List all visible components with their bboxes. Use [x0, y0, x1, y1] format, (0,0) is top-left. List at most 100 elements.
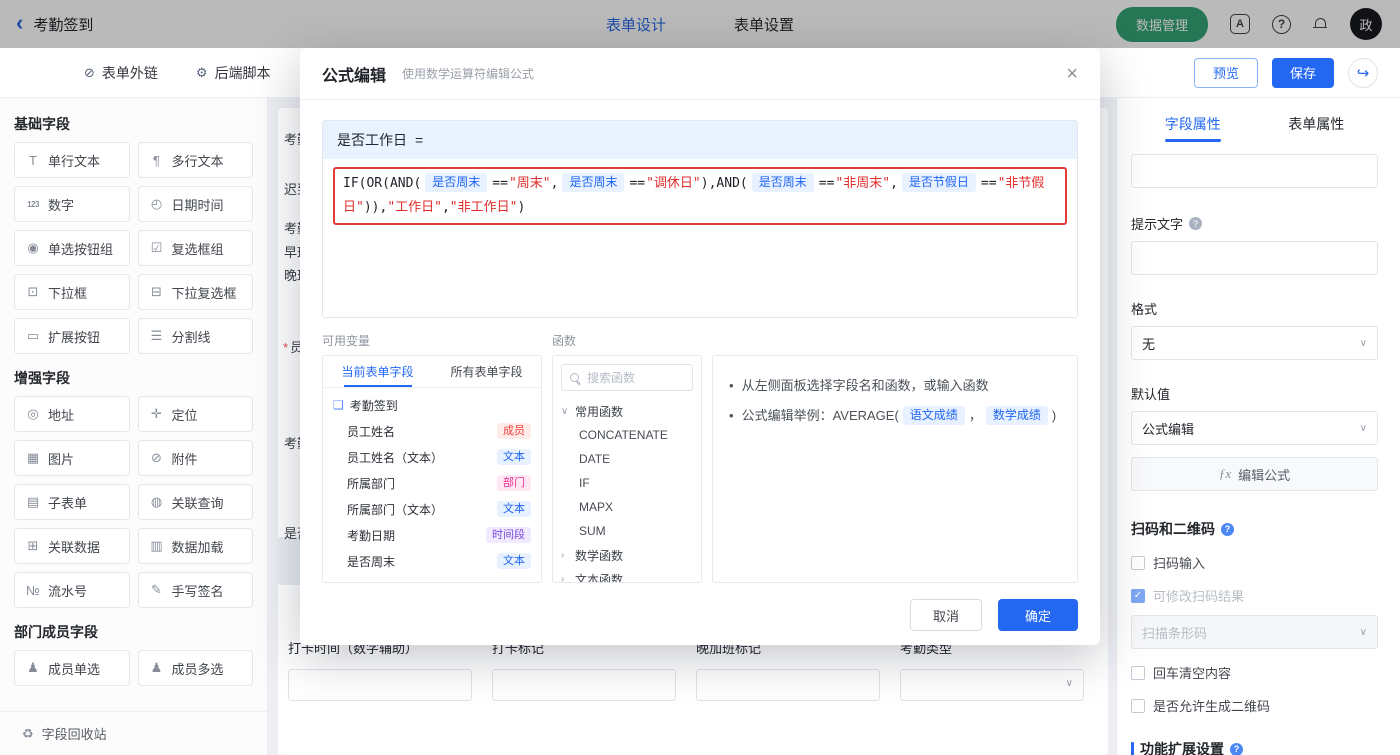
tip-text: 从左侧面板选择字段名和函数，或输入函数 — [741, 378, 989, 393]
sidebar-field-datetime[interactable]: ◴ 日期时间 — [137, 186, 253, 222]
function-search-input[interactable] — [585, 369, 675, 386]
sidebar-field-divider[interactable]: ☰ 分割线 — [137, 318, 253, 354]
function-item-MAPX[interactable]: MAPX — [553, 495, 701, 519]
variables-tab-0[interactable]: 当前表单字段 — [323, 356, 432, 387]
variable-form-node[interactable]: ❏ 考勤签到 — [323, 392, 541, 418]
sidebar-field-linked-data[interactable]: ⊞ 关联数据 — [14, 528, 130, 564]
sidebar-field-number[interactable]: 123 数字 — [14, 186, 130, 222]
topbar-tab-0[interactable]: 表单设计 — [606, 14, 666, 35]
chevron-right-icon: › — [561, 573, 565, 583]
share-button[interactable]: ↪ — [1348, 57, 1378, 88]
user-avatar[interactable]: 政 — [1350, 8, 1382, 40]
share-icon: ↪ — [1356, 64, 1370, 82]
field-token[interactable]: 是否周末 — [425, 173, 488, 192]
sidebar-field-multi-dropdown[interactable]: ⊟ 下拉复选框 — [137, 274, 253, 310]
function-group-1[interactable]: › 数学函数 — [553, 543, 701, 567]
field-item-label: 日期时间 — [171, 197, 224, 213]
function-item-SUM[interactable]: SUM — [553, 519, 701, 543]
other-checks: 回车清空内容 是否允许生成二维码 — [1131, 663, 1378, 715]
bottom-field-select[interactable]: ∨ — [900, 669, 1084, 701]
variables-tab-1[interactable]: 所有表单字段 — [432, 356, 541, 387]
function-group-0[interactable]: ∨ 常用函数 — [553, 399, 701, 423]
edit-formula-button[interactable]: ƒx 编辑公式 — [1131, 457, 1378, 491]
function-item-CONCATENATE[interactable]: CONCATENATE — [553, 423, 701, 447]
hint-label-row: 提示文字 ? — [1131, 214, 1378, 233]
sidebar-sections: 基础字段 T 单行文本 ¶ 多行文本 123 数字 ◴ 日期时间 ◉ 单选按钮组 ☑ 复选框组 ⊡ 下拉框 ⊟… — [14, 116, 253, 686]
preview-button[interactable]: 预览 — [1193, 57, 1258, 88]
variable-row-2[interactable]: 所属部门 部门 — [323, 470, 541, 496]
variable-row-4[interactable]: 考勤日期 时间段 — [323, 522, 541, 548]
sidebar-field-address[interactable]: ◎ 地址 — [14, 396, 130, 432]
checkbox-icon[interactable] — [1131, 555, 1145, 570]
field-token[interactable]: 是否周末 — [562, 173, 625, 192]
properties-tab-0[interactable]: 字段属性 — [1131, 110, 1255, 142]
hint-text-input[interactable] — [1131, 241, 1378, 275]
sidebar-field-single-line-text[interactable]: T 单行文本 — [14, 142, 130, 178]
toolbar-link-1[interactable]: ⚙ 后端脚本 — [196, 63, 271, 83]
scan-check-1[interactable]: ✓ 可修改扫码结果 — [1131, 586, 1378, 605]
function-item-IF[interactable]: IF — [553, 471, 701, 495]
sidebar-field-serial-number[interactable]: № 流水号 — [14, 572, 130, 608]
example-field-pill: 语文成绩 — [902, 406, 965, 425]
sidebar-field-member-single[interactable]: ♟ 成员单选 — [14, 650, 130, 686]
serial-number-icon: № — [26, 582, 40, 598]
confirm-button[interactable]: 确定 — [998, 599, 1078, 631]
sidebar-field-dropdown[interactable]: ⊡ 下拉框 — [14, 274, 130, 310]
field-token[interactable]: 是否周末 — [751, 173, 814, 192]
sidebar-field-checkbox-group[interactable]: ☑ 复选框组 — [137, 230, 253, 266]
field-token[interactable]: 是否节假日 — [901, 173, 976, 192]
formula-token: , — [550, 176, 559, 191]
sidebar-field-multiline-text[interactable]: ¶ 多行文本 — [137, 142, 253, 178]
notification-bell-icon[interactable] — [1313, 17, 1328, 32]
scan-help-icon[interactable]: ? — [1221, 522, 1234, 536]
properties-tab-1[interactable]: 表单属性 — [1255, 110, 1379, 140]
scan-check-0[interactable]: 扫码输入 — [1131, 553, 1378, 572]
sidebar-field-data-load[interactable]: ▥ 数据加载 — [137, 528, 253, 564]
formula-editor[interactable]: IF(OR(AND(是否周末 =="周末", 是否周末 =="调休日"),AND(是否… — [323, 159, 1077, 317]
field-recycle-bin[interactable]: ♻ 字段回收站 — [0, 711, 267, 755]
help-icon[interactable]: ? — [1272, 14, 1291, 34]
variable-row-0[interactable]: 员工姓名 成员 — [323, 418, 541, 444]
checkbox-checked-icon[interactable]: ✓ — [1131, 588, 1145, 603]
sidebar-field-member-multi[interactable]: ♟ 成员多选 — [137, 650, 253, 686]
sidebar-field-signature[interactable]: ✎ 手写签名 — [137, 572, 253, 608]
save-button[interactable]: 保存 — [1271, 57, 1334, 88]
data-manage-button[interactable]: 数据管理 — [1115, 6, 1208, 42]
modal-subtitle: 使用数学运算符编辑公式 — [402, 67, 535, 81]
sidebar-field-location[interactable]: ✛ 定位 — [137, 396, 253, 432]
field-item-label: 关联查询 — [171, 495, 224, 511]
extension-help-icon[interactable]: ? — [1230, 742, 1243, 755]
close-icon[interactable]: × — [1066, 64, 1078, 84]
default-value-select[interactable]: 公式编辑 ∨ — [1131, 411, 1378, 445]
bottom-field-input[interactable] — [696, 669, 880, 701]
function-item-DATE[interactable]: DATE — [553, 447, 701, 471]
tip-example-suffix: ) — [1051, 408, 1057, 423]
variable-row-1[interactable]: 员工姓名（文本） 文本 — [323, 444, 541, 470]
form-node-name: 考勤签到 — [349, 398, 398, 413]
checkbox-icon[interactable] — [1131, 698, 1145, 713]
cancel-button[interactable]: 取消 — [910, 599, 982, 631]
function-group-2[interactable]: › 文本函数 — [553, 567, 701, 583]
sidebar-field-lookup[interactable]: ◍ 关联查询 — [137, 484, 253, 520]
bottom-field-input[interactable] — [288, 669, 472, 701]
toolbar-link-0[interactable]: ⊘ 表单外链 — [84, 63, 158, 83]
checkbox-icon[interactable] — [1131, 665, 1145, 680]
other-check-1[interactable]: 是否允许生成二维码 — [1131, 696, 1378, 715]
formula-token: "工作日" — [387, 200, 442, 215]
hint-help-icon[interactable]: ? — [1189, 217, 1203, 230]
sidebar-field-radio-group[interactable]: ◉ 单选按钮组 — [14, 230, 130, 266]
sidebar-field-subform[interactable]: ▤ 子表单 — [14, 484, 130, 520]
topbar-tab-1[interactable]: 表单设置 — [734, 14, 794, 35]
language-icon[interactable]: A — [1230, 14, 1250, 34]
sidebar-field-attachment[interactable]: ⊘ 附件 — [137, 440, 253, 476]
sidebar-field-image[interactable]: ▦ 图片 — [14, 440, 130, 476]
chevron-down-icon: ∨ — [561, 405, 569, 417]
backend-script-icon: ⚙ — [195, 64, 208, 80]
other-check-0[interactable]: 回车清空内容 — [1131, 663, 1378, 682]
variable-row-3[interactable]: 所属部门（文本） 文本 — [323, 496, 541, 522]
sidebar-field-extend-button[interactable]: ▭ 扩展按钮 — [14, 318, 130, 354]
field-title-input[interactable] — [1131, 154, 1378, 188]
format-select[interactable]: 无 ∨ — [1131, 326, 1378, 360]
variable-row-5[interactable]: 是否周末 文本 — [323, 548, 541, 574]
bottom-field-input[interactable] — [492, 669, 676, 701]
